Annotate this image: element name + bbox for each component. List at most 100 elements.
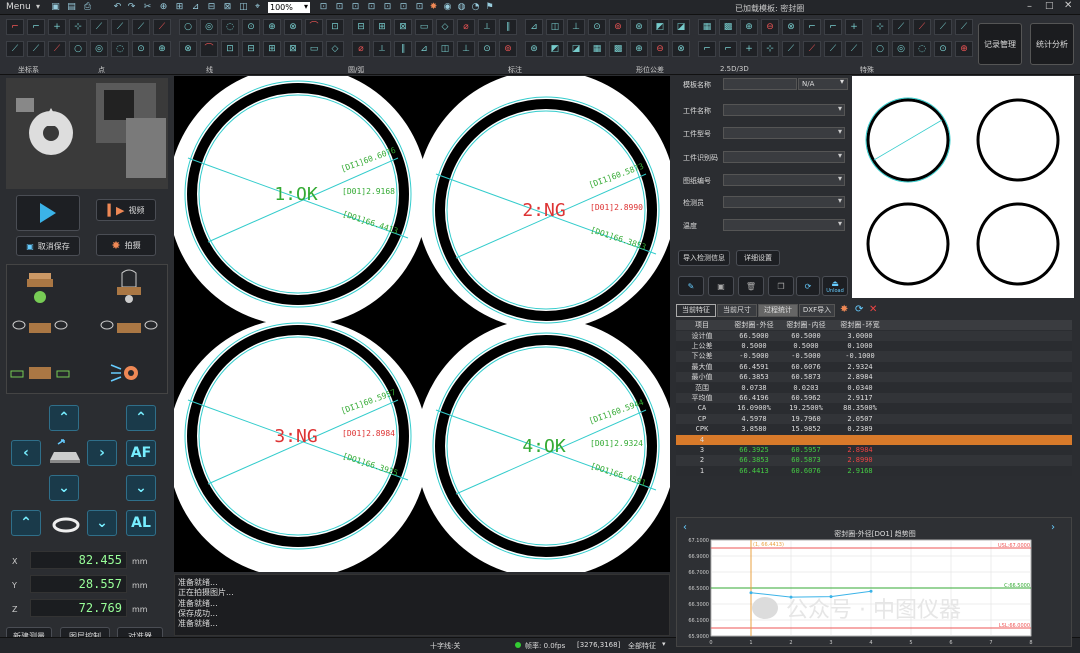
- crosshair-status[interactable]: 十字线:关: [430, 641, 460, 651]
- toolbar-tool-icon[interactable]: ⊡: [221, 41, 239, 57]
- toolbar-tool-icon[interactable]: ⊗: [284, 19, 302, 35]
- toolbar-tool-icon[interactable]: ⟋: [913, 19, 931, 35]
- toolbar-tool-icon[interactable]: ⌐: [824, 19, 842, 35]
- toolbar-tool-icon[interactable]: +: [740, 41, 758, 57]
- toolbar-tool-icon[interactable]: ⊹: [761, 41, 779, 57]
- toolbar-tool-icon[interactable]: ⌐: [719, 41, 737, 57]
- toolbar-tool-icon[interactable]: ⊹: [871, 19, 889, 35]
- table-row[interactable]: 平均值 66.4196 60.5962 2.9117: [676, 392, 1072, 404]
- tool-icon[interactable]: ⊡: [414, 2, 425, 13]
- table-row[interactable]: CPK 3.8580 15.9852 0.2389: [676, 424, 1072, 435]
- tool-icon[interactable]: ⊡: [334, 2, 345, 13]
- tool-icon[interactable]: ⊿: [190, 2, 201, 13]
- lens-up-button[interactable]: ⌃: [11, 510, 41, 536]
- toolbar-tool-icon[interactable]: ⊛: [525, 41, 543, 57]
- stage-up-button[interactable]: ⌃: [49, 405, 79, 431]
- toolbar-tool-icon[interactable]: ◎: [90, 41, 108, 57]
- tool-icon[interactable]: ⊡: [366, 2, 377, 13]
- table-row[interactable]: 1 66.4413 60.6076 2.9168: [676, 465, 1072, 476]
- table-row[interactable]: 最小值 66.3853 60.5873 2.8984: [676, 372, 1072, 383]
- gear-icon[interactable]: ✸: [840, 304, 848, 315]
- toolbar-tool-icon[interactable]: +: [845, 19, 863, 35]
- minimize-icon[interactable]: –: [1027, 1, 1032, 12]
- toolbar-tool-icon[interactable]: ○: [871, 41, 889, 57]
- tool-icon[interactable]: ⊠: [222, 2, 233, 13]
- toolbar-tool-icon[interactable]: ◫: [436, 41, 454, 57]
- toolbar-tool-icon[interactable]: ⟂: [478, 19, 496, 35]
- toolbar-tool-icon[interactable]: ▭: [305, 41, 323, 57]
- table-row[interactable]: 设计值 66.5000 60.5000 3.0000: [676, 330, 1072, 341]
- toolbar-tool-icon[interactable]: +: [48, 19, 66, 35]
- toolbar-tool-icon[interactable]: ⊿: [525, 19, 543, 35]
- toolbar-tool-icon[interactable]: ○: [69, 41, 87, 57]
- toolbar-tool-icon[interactable]: ▦: [698, 19, 716, 35]
- toolbar-tool-icon[interactable]: ⟋: [934, 19, 952, 35]
- table-row[interactable]: CA 16.0900% 19.2500% 88.3500%: [676, 403, 1072, 414]
- toolbar-tool-icon[interactable]: ▦: [588, 41, 606, 57]
- table-row[interactable]: CP 4.5978 19.7960 2.0507: [676, 413, 1072, 424]
- table-row[interactable]: 4: [676, 434, 1072, 445]
- toolbar-tool-icon[interactable]: ◫: [546, 19, 564, 35]
- redo-icon[interactable]: ↷: [126, 2, 137, 13]
- z-down-button[interactable]: ⌄: [126, 475, 156, 501]
- undo-icon[interactable]: ↶: [112, 2, 123, 13]
- toolbar-tool-icon[interactable]: ⌐: [803, 19, 821, 35]
- stage-left-button[interactable]: ‹: [11, 440, 41, 466]
- toolbar-tool-icon[interactable]: ⌐: [698, 41, 716, 57]
- record-management-button[interactable]: 记录管理: [978, 23, 1022, 65]
- af-button[interactable]: AF: [126, 440, 156, 466]
- toolbar-tool-icon[interactable]: ◌: [111, 41, 129, 57]
- toolbar-tool-icon[interactable]: ▭: [415, 19, 433, 35]
- tab-current-size[interactable]: 当前尺寸: [717, 304, 757, 317]
- stage-down-button[interactable]: ⌄: [49, 475, 79, 501]
- part-name-select[interactable]: [723, 104, 845, 116]
- toolbar-tool-icon[interactable]: ⊕: [153, 41, 171, 57]
- feature-filter[interactable]: 全部特征: [628, 641, 656, 651]
- menu-button[interactable]: Menu: [6, 2, 31, 12]
- light-settings-icon[interactable]: [110, 364, 138, 382]
- table-row[interactable]: 下公差 -0.5000 -0.5000 -0.1000: [676, 351, 1072, 362]
- tab-dxf-import[interactable]: DXF导入: [799, 304, 835, 317]
- tool-icon[interactable]: ◫: [238, 2, 249, 13]
- tab-current-feature[interactable]: 当前特征: [676, 304, 716, 317]
- toolbar-tool-icon[interactable]: ⊹: [69, 19, 87, 35]
- toolbar-tool-icon[interactable]: ○: [179, 19, 197, 35]
- tool-icon[interactable]: ⊟: [206, 2, 217, 13]
- save-icon[interactable]: ▣: [50, 2, 61, 13]
- tool-icon[interactable]: ⊞: [174, 2, 185, 13]
- toolbar-tool-icon[interactable]: ◎: [200, 19, 218, 35]
- toolbar-tool-icon[interactable]: ⟋: [6, 41, 24, 57]
- toolbar-tool-icon[interactable]: ◩: [546, 41, 564, 57]
- toolbar-tool-icon[interactable]: ◪: [567, 41, 585, 57]
- tool-icon[interactable]: ⊡: [398, 2, 409, 13]
- copy-icon[interactable]: ❐: [768, 276, 794, 296]
- coaxial-light-icon[interactable]: [27, 273, 53, 303]
- toolbar-tool-icon[interactable]: ⌐: [27, 19, 45, 35]
- toolbar-tool-icon[interactable]: ◇: [436, 19, 454, 35]
- table-row[interactable]: 3 66.3925 60.5957 2.8984: [676, 444, 1072, 456]
- part-model-select[interactable]: [723, 127, 845, 139]
- toolbar-tool-icon[interactable]: ⊙: [478, 41, 496, 57]
- ring-light-icon[interactable]: [117, 269, 141, 303]
- toolbar-tool-icon[interactable]: ⌀: [457, 19, 475, 35]
- table-row[interactable]: 上公差 0.5000 0.5000 0.1000: [676, 340, 1072, 352]
- toolbar-tool-icon[interactable]: ⟋: [892, 19, 910, 35]
- toolbar-tool-icon[interactable]: ⊗: [782, 19, 800, 35]
- part-id-select[interactable]: [723, 151, 845, 163]
- stage-right-button[interactable]: ›: [87, 440, 117, 466]
- drawing-number-select[interactable]: [723, 174, 845, 186]
- toolbar-tool-icon[interactable]: ⊟: [352, 19, 370, 35]
- lens-down-button[interactable]: ⌄: [87, 510, 117, 536]
- toolbar-tool-icon[interactable]: ⟋: [782, 41, 800, 57]
- refresh-icon[interactable]: ⟳: [796, 276, 820, 296]
- toolbar-tool-icon[interactable]: ⊛: [630, 19, 648, 35]
- tool-icon[interactable]: ✂: [142, 2, 153, 13]
- toolbar-tool-icon[interactable]: ⊡: [326, 19, 344, 35]
- edit-icon[interactable]: ✎: [678, 276, 704, 296]
- toolbar-tool-icon[interactable]: ⊟: [242, 41, 260, 57]
- toolbar-tool-icon[interactable]: ⌀: [352, 41, 370, 57]
- chevron-down-icon[interactable]: ▾: [36, 2, 40, 11]
- toolbar-tool-icon[interactable]: ⊕: [263, 19, 281, 35]
- print-icon[interactable]: ⎙: [82, 2, 93, 13]
- unload-button[interactable]: ⏏ Unload: [822, 276, 848, 296]
